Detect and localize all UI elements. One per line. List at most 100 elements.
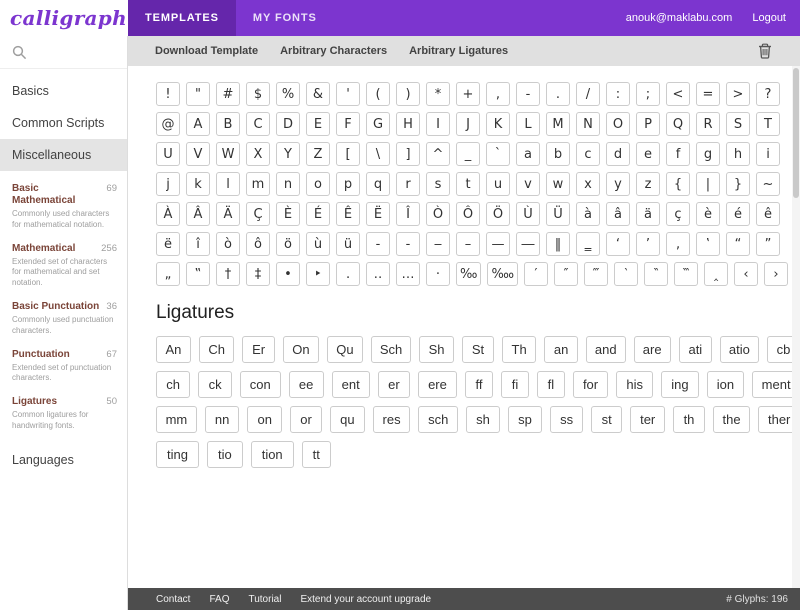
footer-link-tutorial[interactable]: Tutorial — [248, 594, 281, 605]
char-chip[interactable]: f — [666, 142, 690, 166]
char-chip[interactable]: ~ — [756, 172, 780, 196]
logo[interactable]: calligraphr — [0, 0, 137, 36]
char-chip[interactable]: ‸ — [704, 262, 729, 286]
char-chip[interactable]: + — [456, 82, 480, 106]
template-item-punctuation[interactable]: Punctuation 67 Extended set of punctuation… — [0, 343, 127, 391]
char-chip[interactable]: î — [186, 232, 210, 256]
char-chip[interactable]: Z — [306, 142, 330, 166]
ligature-chip[interactable]: Sh — [419, 336, 455, 363]
char-chip[interactable]: K — [486, 112, 510, 136]
ligature-chip[interactable]: and — [585, 336, 626, 363]
char-chip[interactable]: n — [276, 172, 300, 196]
char-chip[interactable]: [ — [336, 142, 360, 166]
char-chip[interactable]: ‵ — [614, 262, 639, 286]
char-chip[interactable]: P — [636, 112, 660, 136]
footer-link-extend-your-account-upgrade[interactable]: Extend your account upgrade — [300, 594, 431, 605]
char-chip[interactable]: c — [576, 142, 600, 166]
char-chip[interactable]: ‹ — [734, 262, 759, 286]
char-chip[interactable]: – — [456, 232, 480, 256]
char-chip[interactable]: , — [486, 82, 510, 106]
char-chip[interactable]: ë — [156, 232, 180, 256]
char-chip[interactable]: ․ — [336, 262, 360, 286]
ligature-chip[interactable]: tion — [250, 441, 294, 468]
ligature-chip[interactable]: ting — [156, 441, 199, 468]
char-chip[interactable]: … — [396, 262, 420, 286]
ligature-chip[interactable]: ch — [156, 371, 191, 398]
char-chip[interactable]: = — [696, 82, 720, 106]
char-chip[interactable]: ä — [636, 202, 660, 226]
ligature-chip[interactable]: sch — [418, 406, 459, 433]
ligature-chip[interactable]: An — [156, 336, 191, 363]
template-item-basic-punctuation[interactable]: Basic Punctuation 36 Commonly used punctua… — [0, 295, 127, 343]
char-chip[interactable]: ‚ — [666, 232, 690, 256]
char-chip[interactable]: É — [306, 202, 330, 226]
ligature-chip[interactable]: er — [377, 371, 411, 398]
char-chip[interactable]: w — [546, 172, 570, 196]
ligature-chip[interactable]: the — [712, 406, 751, 433]
char-chip[interactable]: C — [246, 112, 270, 136]
ligature-chip[interactable]: Qu — [326, 336, 363, 363]
char-chip[interactable]: Ü — [546, 202, 570, 226]
char-chip[interactable]: E — [306, 112, 330, 136]
char-chip[interactable]: k — [186, 172, 210, 196]
ligature-chip[interactable]: St — [462, 336, 494, 363]
char-chip[interactable]: ‐ — [366, 232, 390, 256]
char-chip[interactable]: Ä — [216, 202, 240, 226]
char-chip[interactable]: < — [666, 82, 690, 106]
char-chip[interactable]: H — [396, 112, 420, 136]
char-chip[interactable]: % — [276, 82, 300, 106]
char-chip[interactable]: u — [486, 172, 510, 196]
char-chip[interactable]: ü — [336, 232, 360, 256]
char-chip[interactable]: M — [546, 112, 570, 136]
char-chip[interactable]: Ç — [246, 202, 270, 226]
char-chip[interactable]: e — [636, 142, 660, 166]
char-chip[interactable]: ‒ — [426, 232, 450, 256]
char-chip[interactable]: q — [366, 172, 390, 196]
sidebar-item-languages[interactable]: Languages — [0, 444, 127, 476]
arbitrary-characters-button[interactable]: Arbitrary Characters — [269, 45, 398, 57]
char-chip[interactable]: ‰ — [456, 262, 482, 286]
char-chip[interactable]: ò — [216, 232, 240, 256]
char-chip[interactable]: Ê — [336, 202, 360, 226]
char-chip[interactable]: “ — [726, 232, 750, 256]
char-chip[interactable]: ? — [756, 82, 780, 106]
char-chip[interactable]: } — [726, 172, 750, 196]
char-chip[interactable]: ‣ — [306, 262, 330, 286]
char-chip[interactable]: X — [246, 142, 270, 166]
char-chip[interactable]: $ — [246, 82, 270, 106]
char-chip[interactable]: G — [366, 112, 390, 136]
char-chip[interactable]: ^ — [426, 142, 450, 166]
char-chip[interactable]: r — [396, 172, 420, 196]
sidebar-item-basics[interactable]: Basics — [0, 75, 127, 107]
char-chip[interactable]: „ — [156, 262, 180, 286]
ligature-chip[interactable]: On — [282, 336, 319, 363]
char-chip[interactable]: o — [306, 172, 330, 196]
char-chip[interactable]: b — [546, 142, 570, 166]
ligature-chip[interactable]: an — [544, 336, 578, 363]
template-item-ligatures[interactable]: Ligatures 50 Common ligatures for handwrit… — [0, 390, 127, 438]
char-chip[interactable]: i — [756, 142, 780, 166]
char-chip[interactable]: é — [726, 202, 750, 226]
char-chip[interactable]: Ô — [456, 202, 480, 226]
char-chip[interactable]: à — [576, 202, 600, 226]
char-chip[interactable]: B — [216, 112, 240, 136]
char-chip[interactable]: m — [246, 172, 270, 196]
ligature-chip[interactable]: ck — [198, 371, 232, 398]
char-chip[interactable]: v — [516, 172, 540, 196]
ligature-chip[interactable]: on — [247, 406, 283, 433]
ligature-chip[interactable]: ter — [630, 406, 666, 433]
char-chip[interactable]: & — [306, 82, 330, 106]
char-chip[interactable]: - — [516, 82, 540, 106]
ligature-chip[interactable]: for — [572, 371, 609, 398]
char-chip[interactable]: ` — [486, 142, 510, 166]
ligature-chip[interactable]: Ch — [198, 336, 235, 363]
char-chip[interactable]: † — [216, 262, 240, 286]
ligature-chip[interactable]: sh — [466, 406, 500, 433]
ligature-chip[interactable]: Sch — [370, 336, 412, 363]
char-chip[interactable]: ‑ — [396, 232, 420, 256]
ligature-chip[interactable]: are — [633, 336, 671, 363]
footer-link-faq[interactable]: FAQ — [209, 594, 229, 605]
ligature-chip[interactable]: ent — [331, 371, 370, 398]
char-chip[interactable]: ″ — [554, 262, 579, 286]
char-chip[interactable]: L — [516, 112, 540, 136]
